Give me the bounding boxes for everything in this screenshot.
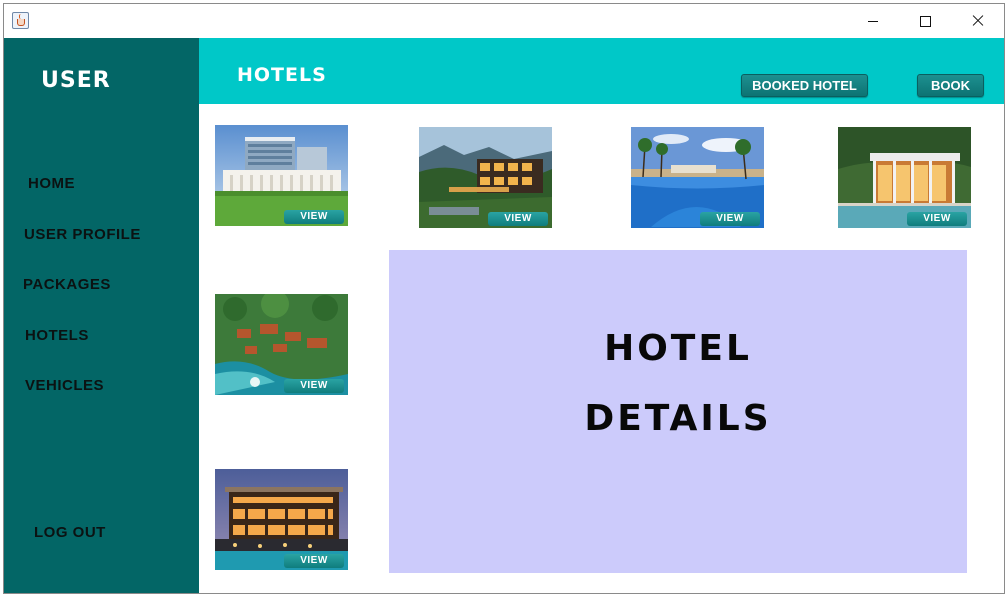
sidebar: USER HOME USER PROFILE PACKAGES HOTELS V… xyxy=(4,38,199,593)
page-title: HOTELS xyxy=(237,64,327,86)
maximize-button[interactable] xyxy=(902,4,950,38)
java-app-icon xyxy=(12,12,29,29)
header-bar: HOTELS BOOKED HOTEL BOOK xyxy=(199,38,1004,104)
hotel-card-5: VIEW xyxy=(215,294,348,395)
view-hotel-2-button[interactable]: VIEW xyxy=(488,212,548,226)
hotel-card-4: VIEW xyxy=(838,127,971,228)
sidebar-item-hotels[interactable]: HOTELS xyxy=(25,327,89,344)
sidebar-item-packages[interactable]: PACKAGES xyxy=(23,276,111,293)
view-hotel-5-button[interactable]: VIEW xyxy=(284,379,344,393)
title-bar xyxy=(4,4,1004,38)
details-heading-line-2: DETAILS xyxy=(584,398,772,439)
hotel-content-area: VIEW VIEW VIEW VIEW VIEW VIEW HOTEL DETA… xyxy=(199,104,1004,593)
view-hotel-4-button[interactable]: VIEW xyxy=(907,212,967,226)
hotel-details-panel: HOTEL DETAILS xyxy=(389,250,967,573)
hotel-card-3: VIEW xyxy=(631,127,764,228)
view-hotel-6-button[interactable]: VIEW xyxy=(284,554,344,568)
sidebar-title: USER xyxy=(41,68,111,93)
sidebar-item-user-profile[interactable]: USER PROFILE xyxy=(24,226,141,243)
hotel-card-2: VIEW xyxy=(419,127,552,228)
close-button[interactable] xyxy=(954,4,1002,38)
booked-hotel-button[interactable]: BOOKED HOTEL xyxy=(741,74,868,97)
app-window: USER HOME USER PROFILE PACKAGES HOTELS V… xyxy=(3,3,1005,594)
logout-button[interactable]: LOG OUT xyxy=(34,524,106,541)
hotel-card-6: VIEW xyxy=(215,469,348,570)
minimize-button[interactable] xyxy=(850,4,898,38)
view-hotel-3-button[interactable]: VIEW xyxy=(700,212,760,226)
details-heading-line-1: HOTEL xyxy=(604,328,752,369)
book-button[interactable]: BOOK xyxy=(917,74,984,97)
hotel-card-1: VIEW xyxy=(215,125,348,226)
sidebar-item-vehicles[interactable]: VEHICLES xyxy=(25,377,104,394)
sidebar-item-home[interactable]: HOME xyxy=(28,175,75,192)
view-hotel-1-button[interactable]: VIEW xyxy=(284,210,344,224)
